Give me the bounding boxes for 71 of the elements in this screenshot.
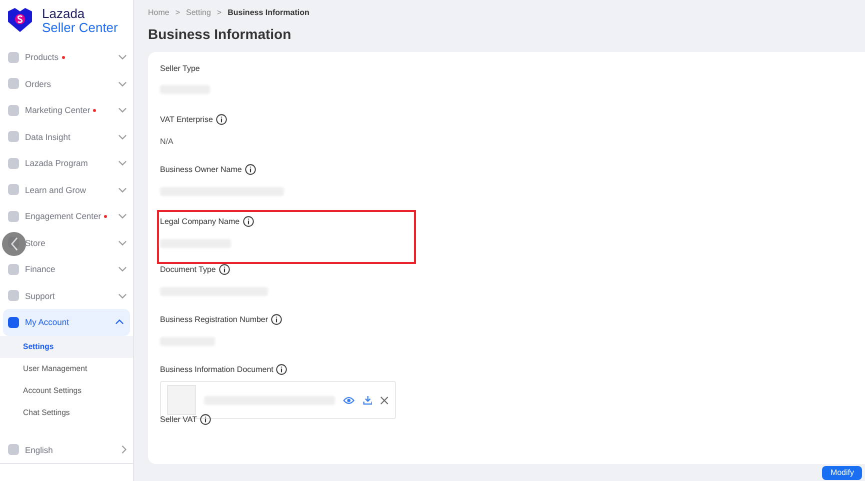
sidebar-item[interactable]: Data Insight	[0, 124, 133, 150]
sidebar-item[interactable]: Marketing Center	[0, 97, 133, 124]
sidebar-item[interactable]: Engagement Center	[0, 203, 133, 230]
menu-icon	[8, 264, 19, 275]
sidebar-item[interactable]: Learn and Grow	[0, 176, 133, 203]
back-button[interactable]	[2, 232, 26, 256]
field-label: Business Information Document	[160, 365, 274, 374]
sidebar-item-label: Store	[25, 238, 46, 248]
brand-name: Lazada	[42, 7, 86, 21]
sidebar-item-label: Engagement Center	[25, 211, 102, 222]
chevron-icon	[115, 319, 124, 326]
heart-logo-icon	[6, 8, 34, 32]
menu-icon	[8, 104, 19, 116]
chevron-icon	[121, 445, 127, 454]
modify-button[interactable]: Modify	[822, 466, 862, 480]
document-thumbnail	[167, 385, 196, 415]
breadcrumb-link[interactable]: Business Information	[228, 8, 310, 17]
redacted-value	[160, 239, 231, 248]
sidebar-item[interactable]: Orders	[0, 70, 133, 97]
field-label: Business Registration Number	[160, 315, 268, 324]
sidebar-item-label: Learn and Grow	[25, 184, 86, 195]
sidebar-item-label: Data Insight	[25, 132, 70, 142]
breadcrumb-separator: >	[175, 8, 180, 17]
sidebar-item[interactable]: Finance	[0, 256, 133, 282]
sidebar-item-label: Support	[25, 290, 55, 301]
language-selector[interactable]: English	[0, 436, 133, 464]
breadcrumb-link[interactable]: Home	[148, 8, 170, 17]
menu-icon	[8, 316, 19, 328]
chevron-icon	[118, 107, 127, 114]
field-label: Legal Company Name	[160, 217, 240, 226]
sidebar-item-label: Lazada Program	[25, 158, 88, 168]
chevron-icon	[118, 54, 127, 60]
sidebar-item[interactable]: My Account	[3, 309, 130, 336]
field-label: Seller VAT	[160, 415, 198, 424]
field-label: Seller Type	[160, 64, 200, 73]
chevron-icon	[118, 240, 127, 246]
chevron-left-icon	[10, 237, 18, 251]
close-icon[interactable]	[380, 396, 389, 404]
chevron-icon	[118, 160, 127, 166]
chevron-icon	[118, 186, 127, 193]
page-title: Business Information	[148, 26, 292, 42]
breadcrumb-separator: >	[216, 8, 222, 17]
menu-icon	[8, 52, 19, 63]
sidebar-item[interactable]: Products	[0, 44, 133, 70]
menu-icon	[8, 210, 19, 222]
sidebar-item-label: Products	[25, 52, 59, 62]
chevron-icon	[118, 80, 127, 87]
field-label: VAT Enterprise	[160, 115, 213, 124]
menu-icon	[8, 131, 19, 142]
sidebar-item[interactable]: Support	[0, 282, 133, 309]
sidebar-item-label: My Account	[25, 317, 69, 328]
menu-icon	[8, 290, 19, 302]
field-value: N/A	[160, 137, 174, 146]
sidebar-item-label: Finance	[25, 264, 56, 274]
chevron-icon	[118, 213, 127, 220]
chevron-icon	[118, 292, 127, 299]
brand-subtitle: Seller Center	[42, 21, 118, 35]
sidebar-item[interactable]: Lazada Program	[0, 150, 133, 176]
chevron-icon	[118, 134, 127, 140]
field-label: Document Type	[160, 265, 216, 274]
breadcrumb-link[interactable]: Setting	[186, 8, 211, 17]
download-icon[interactable]	[362, 395, 372, 405]
chevron-icon	[118, 266, 127, 272]
sidebar-item-label: Orders	[25, 78, 51, 89]
sidebar-item-label: Marketing Center	[25, 105, 90, 116]
menu-icon	[8, 184, 19, 196]
field-label: Business Owner Name	[160, 165, 242, 174]
menu-icon	[8, 78, 19, 90]
eye-icon[interactable]	[342, 396, 355, 404]
menu-icon	[8, 158, 19, 169]
language-label: English	[25, 444, 53, 455]
